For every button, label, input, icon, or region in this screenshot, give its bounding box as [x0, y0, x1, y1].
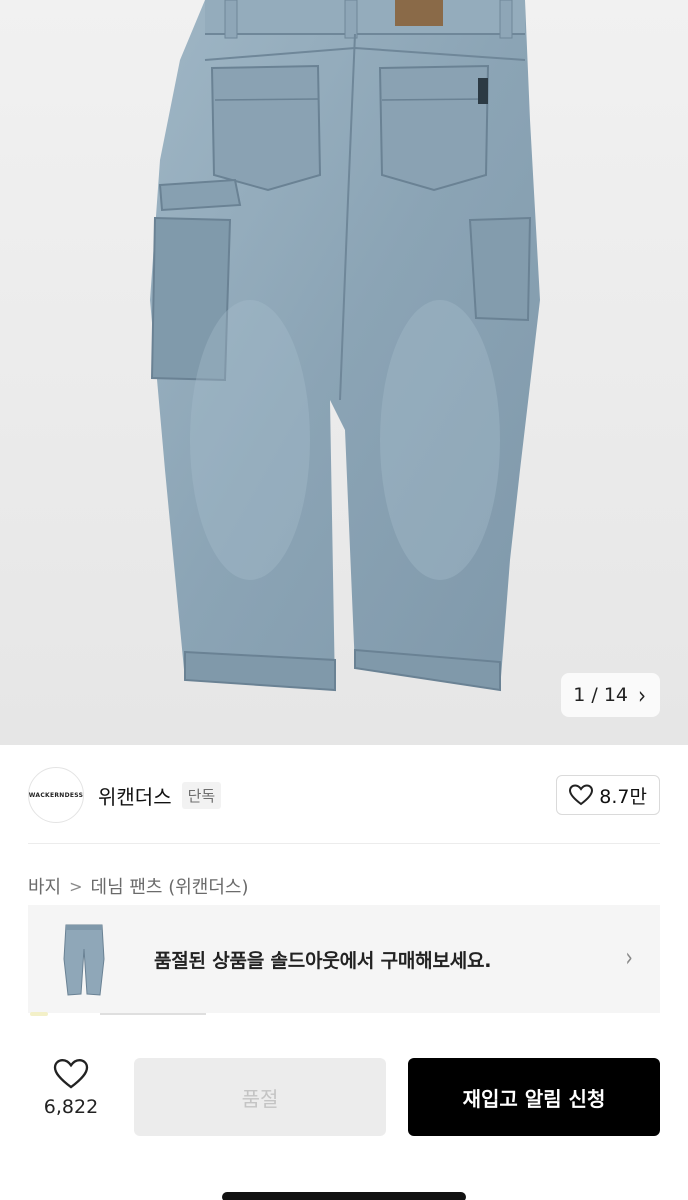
product-image-gallery[interactable]: 1 / 14 › [0, 0, 688, 745]
chevron-right-icon: > [69, 876, 83, 896]
product-like-count: 6,822 [43, 1096, 99, 1118]
divider [28, 843, 660, 844]
brand-name[interactable]: 위캔더스 [98, 781, 172, 810]
breadcrumb-subcategory[interactable]: 데님 팬츠 (위캔더스) [91, 873, 249, 899]
home-indicator[interactable] [222, 1192, 466, 1200]
chevron-right-icon: › [625, 943, 633, 973]
divider [100, 1013, 206, 1015]
image-total: 14 [603, 684, 628, 706]
brand-row: WACKERNDESS 위캔더스 단독 8.7만 [28, 766, 660, 824]
product-photo-jeans [0, 0, 688, 745]
heart-outline-icon [569, 784, 594, 806]
soldout-banner-text: 품절된 상품을 솔드아웃에서 구매해보세요. [154, 949, 492, 972]
banner-product-thumbnail [54, 919, 114, 999]
breadcrumb: 바지 > 데님 팬츠 (위캔더스) [28, 873, 249, 899]
image-index: 1 [573, 684, 586, 706]
chevron-right-icon[interactable]: › [638, 681, 646, 710]
brand-logo[interactable]: WACKERNDESS [28, 767, 84, 823]
heart-outline-icon [53, 1059, 89, 1089]
restock-notify-button[interactable]: 재입고 알림 신청 [408, 1058, 660, 1136]
brand-like-button[interactable]: 8.7만 [556, 775, 660, 815]
image-counter[interactable]: 1 / 14 › [561, 673, 660, 717]
product-like-button[interactable]: 6,822 [28, 1058, 114, 1132]
soldout-market-banner[interactable]: 품절된 상품을 솔드아웃에서 구매해보세요. › [28, 905, 660, 1013]
image-counter-separator: / [591, 684, 598, 706]
breadcrumb-category[interactable]: 바지 [28, 873, 61, 899]
soldout-button: 품절 [134, 1058, 386, 1136]
decorative-mark [30, 1012, 48, 1016]
exclusive-badge: 단독 [181, 781, 222, 809]
brand-like-count: 8.7만 [599, 785, 647, 808]
